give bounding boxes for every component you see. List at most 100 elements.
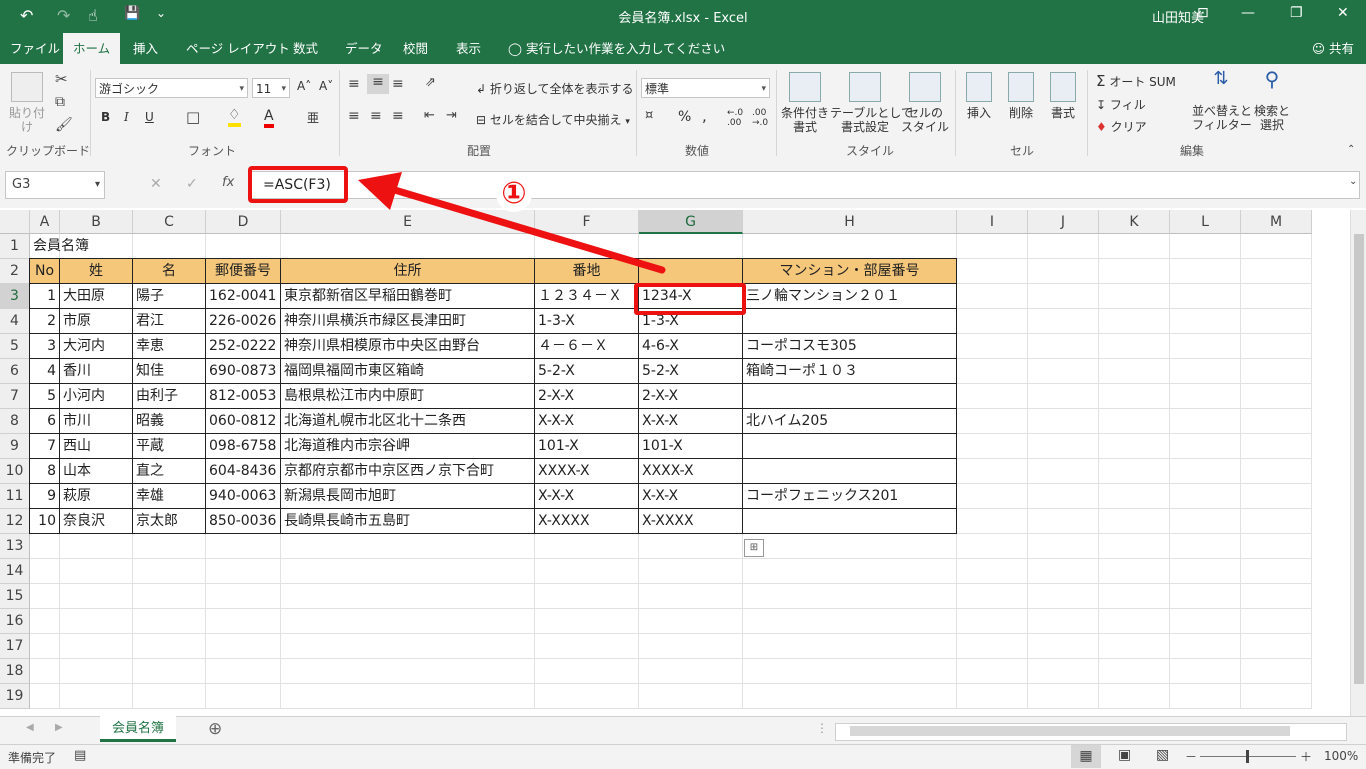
cell-c12[interactable]: 京太郎 (133, 509, 206, 534)
cell-f7[interactable]: 2-X-X (535, 384, 639, 409)
cell-e19[interactable] (281, 684, 535, 709)
column-header-j[interactable]: J (1028, 210, 1099, 234)
comma-style-button[interactable]: , (702, 107, 707, 125)
macro-record-icon[interactable]: ▤ (74, 748, 86, 763)
cell-b17[interactable] (60, 634, 133, 659)
tab-file[interactable]: ファイル (0, 33, 70, 64)
cell-b2[interactable]: 姓 (60, 259, 133, 284)
cell-a1[interactable]: 会員名簿 (30, 234, 89, 259)
cell-a10[interactable]: 8 (30, 459, 60, 484)
cell-c8[interactable]: 昭義 (133, 409, 206, 434)
row-header-19[interactable]: 19 (0, 684, 30, 709)
cell-e14[interactable] (281, 559, 535, 584)
cell-d14[interactable] (206, 559, 281, 584)
cell-i2[interactable] (957, 259, 1028, 284)
sheet-tab-members[interactable]: 会員名簿 (100, 716, 176, 742)
sort-filter-button[interactable]: ⇅ 並べ替えと フィルター (1192, 70, 1252, 133)
cell-j18[interactable] (1028, 659, 1099, 684)
cell-h3[interactable]: 三ノ輪マンション２０１ (743, 284, 957, 309)
cell-d12[interactable]: 850-0036 (206, 509, 281, 534)
cell-styles-button[interactable]: セルの スタイル (900, 72, 950, 134)
cell-k3[interactable] (1099, 284, 1170, 309)
tab-home[interactable]: ホーム (63, 33, 121, 64)
cell-e8[interactable]: 北海道札幌市北区北十二条西 (281, 409, 535, 434)
italic-button[interactable]: I (124, 110, 129, 124)
tab-page-layout[interactable]: ページ レイアウト (176, 33, 300, 64)
cell-h16[interactable] (743, 609, 957, 634)
cell-m9[interactable] (1241, 434, 1312, 459)
row-header-14[interactable]: 14 (0, 559, 30, 584)
cell-c1[interactable] (133, 234, 206, 259)
bold-button[interactable]: B (101, 110, 110, 124)
cell-d16[interactable] (206, 609, 281, 634)
cell-i16[interactable] (957, 609, 1028, 634)
cell-a9[interactable]: 7 (30, 434, 60, 459)
cell-b15[interactable] (60, 584, 133, 609)
cell-l16[interactable] (1170, 609, 1241, 634)
cell-k7[interactable] (1099, 384, 1170, 409)
cell-e12[interactable]: 長崎県長崎市五島町 (281, 509, 535, 534)
collapse-ribbon-icon[interactable]: ⌃ (1347, 144, 1355, 155)
fill-button[interactable]: ↧ フィル (1096, 96, 1146, 113)
zoom-out-button[interactable]: － (1185, 748, 1197, 765)
decrease-indent-icon[interactable]: ⇤ (424, 108, 435, 123)
close-icon[interactable]: ✕ (1337, 5, 1349, 21)
quick-analysis-icon[interactable]: ⊞ (744, 539, 764, 557)
bottom-align-icon[interactable]: ≡ (392, 76, 404, 92)
cell-g11[interactable]: X-X-X (639, 484, 743, 509)
row-header-12[interactable]: 12 (0, 509, 30, 534)
column-header-a[interactable]: A (30, 210, 60, 234)
cell-b6[interactable]: 香川 (60, 359, 133, 384)
cell-a13[interactable] (30, 534, 60, 559)
cell-b19[interactable] (60, 684, 133, 709)
cell-k4[interactable] (1099, 309, 1170, 334)
format-as-table-button[interactable]: テーブルとして 書式設定 (830, 72, 913, 134)
enter-icon[interactable]: ✓ (186, 176, 198, 192)
cancel-icon[interactable]: ✕ (150, 176, 162, 192)
row-header-3[interactable]: 3 (0, 284, 30, 309)
decrease-decimal-button[interactable]: .00 →.0 (752, 108, 772, 128)
zoom-level[interactable]: 100% (1324, 749, 1358, 763)
cell-m19[interactable] (1241, 684, 1312, 709)
cell-i15[interactable] (957, 584, 1028, 609)
cell-l14[interactable] (1170, 559, 1241, 584)
tab-formulas[interactable]: 数式 (283, 33, 328, 64)
font-size-dropdown[interactable]: 11 ▾ (252, 78, 290, 98)
horizontal-scroll-thumb[interactable] (850, 726, 1290, 736)
row-header-4[interactable]: 4 (0, 309, 30, 334)
cell-h12[interactable] (743, 509, 957, 534)
cell-m10[interactable] (1241, 459, 1312, 484)
cell-g17[interactable] (639, 634, 743, 659)
column-header-k[interactable]: K (1099, 210, 1170, 234)
splitter-handle[interactable]: ⋮ (816, 721, 828, 735)
row-header-10[interactable]: 10 (0, 459, 30, 484)
cell-j17[interactable] (1028, 634, 1099, 659)
cell-c17[interactable] (133, 634, 206, 659)
vertical-scrollbar[interactable] (1350, 210, 1366, 716)
cell-m16[interactable] (1241, 609, 1312, 634)
cell-i10[interactable] (957, 459, 1028, 484)
normal-view-icon[interactable]: ▦ (1071, 745, 1101, 768)
cell-f19[interactable] (535, 684, 639, 709)
tab-view[interactable]: 表示 (446, 33, 491, 64)
cell-j15[interactable] (1028, 584, 1099, 609)
tab-data[interactable]: データ (335, 33, 393, 64)
cell-g16[interactable] (639, 609, 743, 634)
prev-sheet-icon[interactable]: ◀ (26, 722, 34, 733)
cell-i9[interactable] (957, 434, 1028, 459)
cell-l12[interactable] (1170, 509, 1241, 534)
next-sheet-icon[interactable]: ▶ (55, 722, 63, 733)
row-header-11[interactable]: 11 (0, 484, 30, 509)
cell-h10[interactable] (743, 459, 957, 484)
zoom-in-button[interactable]: ＋ (1300, 748, 1312, 765)
column-header-b[interactable]: B (60, 210, 133, 234)
cell-h9[interactable] (743, 434, 957, 459)
cell-m12[interactable] (1241, 509, 1312, 534)
autosum-button[interactable]: Σ オート SUM (1096, 72, 1176, 90)
cell-g12[interactable]: X-XXXX (639, 509, 743, 534)
cell-g14[interactable] (639, 559, 743, 584)
cell-g15[interactable] (639, 584, 743, 609)
cell-b16[interactable] (60, 609, 133, 634)
conditional-formatting-button[interactable]: 条件付き 書式 (780, 72, 830, 134)
cell-e3[interactable]: 東京都新宿区早稲田鶴巻町 (281, 284, 535, 309)
